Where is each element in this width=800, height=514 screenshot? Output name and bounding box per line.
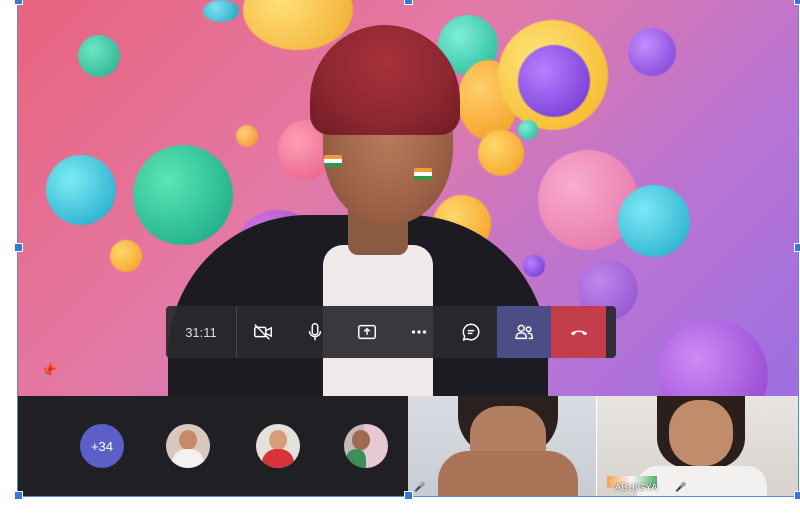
call-timer: 31:11 [166, 306, 237, 358]
selection-handle[interactable] [404, 0, 413, 5]
pin-icon[interactable]: 📌 [40, 362, 57, 378]
muted-mic-icon: 🎤 [414, 482, 426, 492]
microphone-toggle-button[interactable] [289, 306, 341, 358]
participant-avatar[interactable] [256, 424, 300, 468]
background-bubble [78, 35, 120, 77]
background-bubble [203, 0, 239, 22]
microphone-icon [308, 323, 322, 341]
participant-name-label: ABHIGYA [615, 482, 658, 492]
background-bubble [478, 130, 524, 176]
people-icon [515, 324, 533, 340]
share-screen-button[interactable] [341, 306, 393, 358]
background-bubble [110, 240, 142, 272]
selection-handle[interactable] [14, 491, 23, 500]
meeting-control-bar: 31:11 [166, 306, 616, 358]
avatar-body [346, 449, 366, 468]
selection-handle[interactable] [404, 491, 413, 500]
background-bubble [133, 145, 233, 245]
muted-mic-icon: 🎤 [675, 482, 687, 492]
phone-hangup-icon [570, 330, 587, 336]
selection-handle[interactable] [14, 243, 23, 252]
chat-button[interactable] [445, 306, 497, 358]
avatar-face [269, 430, 287, 450]
hang-up-button[interactable] [551, 306, 606, 358]
avatar-face [352, 430, 370, 450]
selection-handle[interactable] [794, 0, 800, 5]
participant-avatar[interactable] [166, 424, 210, 468]
cheek-flag-right [414, 168, 432, 180]
participant-face [669, 400, 733, 466]
participant-strip: +34 [18, 396, 408, 496]
background-bubble [628, 28, 676, 76]
background-bubble [618, 185, 690, 257]
background-bubble [236, 125, 258, 147]
more-actions-button[interactable] [393, 306, 445, 358]
selection-handle[interactable] [14, 0, 23, 5]
more-participants-badge[interactable]: +34 [80, 424, 124, 468]
background-bubble [658, 320, 768, 396]
ellipsis-icon [411, 330, 427, 334]
background-bubble [518, 45, 590, 117]
camera-off-icon [254, 324, 272, 340]
background-bubble [518, 120, 538, 140]
show-participants-button[interactable] [497, 306, 551, 358]
avatar-body [262, 449, 294, 468]
selection-handle[interactable] [794, 243, 800, 252]
participant-avatar[interactable] [344, 424, 388, 468]
cheek-flag-left [324, 155, 342, 167]
camera-toggle-button[interactable] [237, 306, 289, 358]
avatar-body [172, 449, 204, 468]
selection-handle[interactable] [794, 491, 800, 500]
participant-video-tile[interactable]: 🎤 [408, 396, 596, 496]
avatar-face [179, 430, 197, 450]
main-video-stage: 📌 31:11 [18, 0, 798, 396]
share-tray-icon [358, 324, 376, 340]
participant-hands [438, 451, 578, 496]
participant-video-tile[interactable]: ABHIGYA 🎤 [597, 396, 798, 496]
screenshot-frame: 📌 31:11 +34 🎤 ABHIGYA 🎤 [17, 0, 799, 497]
background-bubble [46, 155, 116, 225]
chat-bubble-icon [462, 323, 480, 341]
background-bubble [523, 255, 545, 277]
